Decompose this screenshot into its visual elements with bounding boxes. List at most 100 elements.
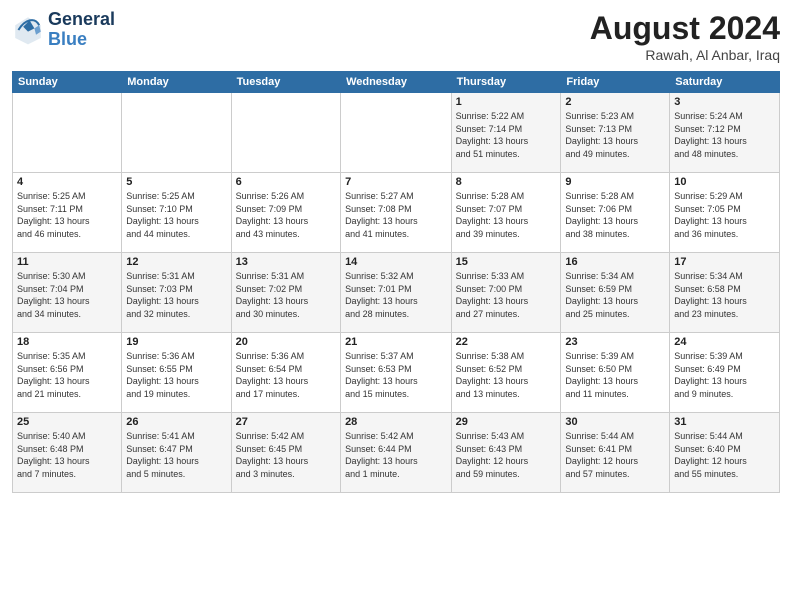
day-detail: Sunrise: 5:42 AMSunset: 6:45 PMDaylight:… [236, 430, 336, 480]
calendar-subtitle: Rawah, Al Anbar, Iraq [590, 47, 780, 63]
day-number: 14 [345, 256, 447, 268]
day-number: 12 [126, 256, 226, 268]
day-detail: Sunrise: 5:38 AMSunset: 6:52 PMDaylight:… [456, 350, 557, 400]
header: General Blue August 2024 Rawah, Al Anbar… [12, 10, 780, 63]
day-number: 28 [345, 416, 447, 428]
week-row-5: 25 Sunrise: 5:40 AMSunset: 6:48 PMDayligh… [13, 413, 780, 493]
day-cell [231, 93, 340, 173]
day-number: 17 [674, 256, 775, 268]
weekday-thursday: Thursday [451, 72, 561, 93]
day-cell [122, 93, 231, 173]
day-cell: 6 Sunrise: 5:26 AMSunset: 7:09 PMDaylight… [231, 173, 340, 253]
day-cell: 19 Sunrise: 5:36 AMSunset: 6:55 PMDayligh… [122, 333, 231, 413]
day-cell: 12 Sunrise: 5:31 AMSunset: 7:03 PMDayligh… [122, 253, 231, 333]
day-number: 6 [236, 176, 336, 188]
day-number: 21 [345, 336, 447, 348]
day-number: 20 [236, 336, 336, 348]
day-cell: 16 Sunrise: 5:34 AMSunset: 6:59 PMDayligh… [561, 253, 670, 333]
weekday-monday: Monday [122, 72, 231, 93]
day-number: 1 [456, 96, 557, 108]
day-detail: Sunrise: 5:34 AMSunset: 6:59 PMDaylight:… [565, 270, 665, 320]
day-cell: 24Sunrise: 5:39 AMSunset: 6:49 PMDayligh… [670, 333, 780, 413]
day-number: 19 [126, 336, 226, 348]
day-number: 8 [456, 176, 557, 188]
weekday-friday: Friday [561, 72, 670, 93]
day-number: 2 [565, 96, 665, 108]
calendar-title: August 2024 [590, 10, 780, 47]
page: General Blue August 2024 Rawah, Al Anbar… [0, 0, 792, 612]
day-detail: Sunrise: 5:31 AMSunset: 7:03 PMDaylight:… [126, 270, 226, 320]
week-row-3: 11Sunrise: 5:30 AMSunset: 7:04 PMDayligh… [13, 253, 780, 333]
day-detail: Sunrise: 5:41 AMSunset: 6:47 PMDaylight:… [126, 430, 226, 480]
day-number: 26 [126, 416, 226, 428]
day-number: 24 [674, 336, 775, 348]
day-detail: Sunrise: 5:34 AMSunset: 6:58 PMDaylight:… [674, 270, 775, 320]
weekday-wednesday: Wednesday [341, 72, 452, 93]
day-cell: 18Sunrise: 5:35 AMSunset: 6:56 PMDayligh… [13, 333, 122, 413]
day-detail: Sunrise: 5:24 AMSunset: 7:12 PMDaylight:… [674, 110, 775, 160]
day-cell: 4Sunrise: 5:25 AMSunset: 7:11 PMDaylight… [13, 173, 122, 253]
day-detail: Sunrise: 5:28 AMSunset: 7:06 PMDaylight:… [565, 190, 665, 240]
day-cell: 22 Sunrise: 5:38 AMSunset: 6:52 PMDayligh… [451, 333, 561, 413]
day-number: 13 [236, 256, 336, 268]
day-detail: Sunrise: 5:36 AMSunset: 6:54 PMDaylight:… [236, 350, 336, 400]
day-detail: Sunrise: 5:28 AMSunset: 7:07 PMDaylight:… [456, 190, 557, 240]
day-cell: 15Sunrise: 5:33 AMSunset: 7:00 PMDayligh… [451, 253, 561, 333]
weekday-tuesday: Tuesday [231, 72, 340, 93]
day-number: 31 [674, 416, 775, 428]
day-number: 23 [565, 336, 665, 348]
day-cell: 1Sunrise: 5:22 AMSunset: 7:14 PMDaylight… [451, 93, 561, 173]
day-number: 15 [456, 256, 557, 268]
day-detail: Sunrise: 5:36 AMSunset: 6:55 PMDaylight:… [126, 350, 226, 400]
day-detail: Sunrise: 5:35 AMSunset: 6:56 PMDaylight:… [17, 350, 117, 400]
day-number: 16 [565, 256, 665, 268]
day-cell: 23 Sunrise: 5:39 AMSunset: 6:50 PMDayligh… [561, 333, 670, 413]
day-cell: 30Sunrise: 5:44 AMSunset: 6:41 PMDayligh… [561, 413, 670, 493]
day-number: 3 [674, 96, 775, 108]
day-cell: 3 Sunrise: 5:24 AMSunset: 7:12 PMDaylight… [670, 93, 780, 173]
day-cell: 17 Sunrise: 5:34 AMSunset: 6:58 PMDayligh… [670, 253, 780, 333]
logo: General Blue [12, 10, 115, 50]
weekday-sunday: Sunday [13, 72, 122, 93]
logo-icon [12, 14, 44, 46]
day-number: 22 [456, 336, 557, 348]
day-detail: Sunrise: 5:42 AMSunset: 6:44 PMDaylight:… [345, 430, 447, 480]
day-detail: Sunrise: 5:29 AMSunset: 7:05 PMDaylight:… [674, 190, 775, 240]
day-number: 9 [565, 176, 665, 188]
title-block: August 2024 Rawah, Al Anbar, Iraq [590, 10, 780, 63]
day-cell: 25 Sunrise: 5:40 AMSunset: 6:48 PMDayligh… [13, 413, 122, 493]
day-detail: Sunrise: 5:25 AMSunset: 7:10 PMDaylight:… [126, 190, 226, 240]
calendar-table: SundayMondayTuesdayWednesdayThursdayFrid… [12, 71, 780, 493]
day-number: 7 [345, 176, 447, 188]
day-cell [341, 93, 452, 173]
day-detail: Sunrise: 5:32 AMSunset: 7:01 PMDaylight:… [345, 270, 447, 320]
logo-text: General Blue [48, 10, 115, 50]
day-detail: Sunrise: 5:37 AMSunset: 6:53 PMDaylight:… [345, 350, 447, 400]
day-detail: Sunrise: 5:25 AMSunset: 7:11 PMDaylight:… [17, 190, 117, 240]
weekday-saturday: Saturday [670, 72, 780, 93]
day-detail: Sunrise: 5:26 AMSunset: 7:09 PMDaylight:… [236, 190, 336, 240]
day-cell: 7Sunrise: 5:27 AMSunset: 7:08 PMDaylight… [341, 173, 452, 253]
day-detail: Sunrise: 5:31 AMSunset: 7:02 PMDaylight:… [236, 270, 336, 320]
day-cell: 2Sunrise: 5:23 AMSunset: 7:13 PMDaylight… [561, 93, 670, 173]
day-number: 5 [126, 176, 226, 188]
day-cell: 8 Sunrise: 5:28 AMSunset: 7:07 PMDaylight… [451, 173, 561, 253]
day-cell: 13 Sunrise: 5:31 AMSunset: 7:02 PMDayligh… [231, 253, 340, 333]
day-number: 11 [17, 256, 117, 268]
day-detail: Sunrise: 5:39 AMSunset: 6:50 PMDaylight:… [565, 350, 665, 400]
day-cell [13, 93, 122, 173]
day-cell: 14 Sunrise: 5:32 AMSunset: 7:01 PMDayligh… [341, 253, 452, 333]
day-number: 10 [674, 176, 775, 188]
day-cell: 28 Sunrise: 5:42 AMSunset: 6:44 PMDayligh… [341, 413, 452, 493]
weekday-header-row: SundayMondayTuesdayWednesdayThursdayFrid… [13, 72, 780, 93]
day-detail: Sunrise: 5:44 AMSunset: 6:40 PMDaylight:… [674, 430, 775, 480]
day-cell: 31 Sunrise: 5:44 AMSunset: 6:40 PMDayligh… [670, 413, 780, 493]
day-cell: 20 Sunrise: 5:36 AMSunset: 6:54 PMDayligh… [231, 333, 340, 413]
day-cell: 5 Sunrise: 5:25 AMSunset: 7:10 PMDaylight… [122, 173, 231, 253]
day-number: 25 [17, 416, 117, 428]
day-number: 27 [236, 416, 336, 428]
day-cell: 21 Sunrise: 5:37 AMSunset: 6:53 PMDayligh… [341, 333, 452, 413]
day-cell: 11Sunrise: 5:30 AMSunset: 7:04 PMDayligh… [13, 253, 122, 333]
week-row-1: 1Sunrise: 5:22 AMSunset: 7:14 PMDaylight… [13, 93, 780, 173]
day-detail: Sunrise: 5:40 AMSunset: 6:48 PMDaylight:… [17, 430, 117, 480]
